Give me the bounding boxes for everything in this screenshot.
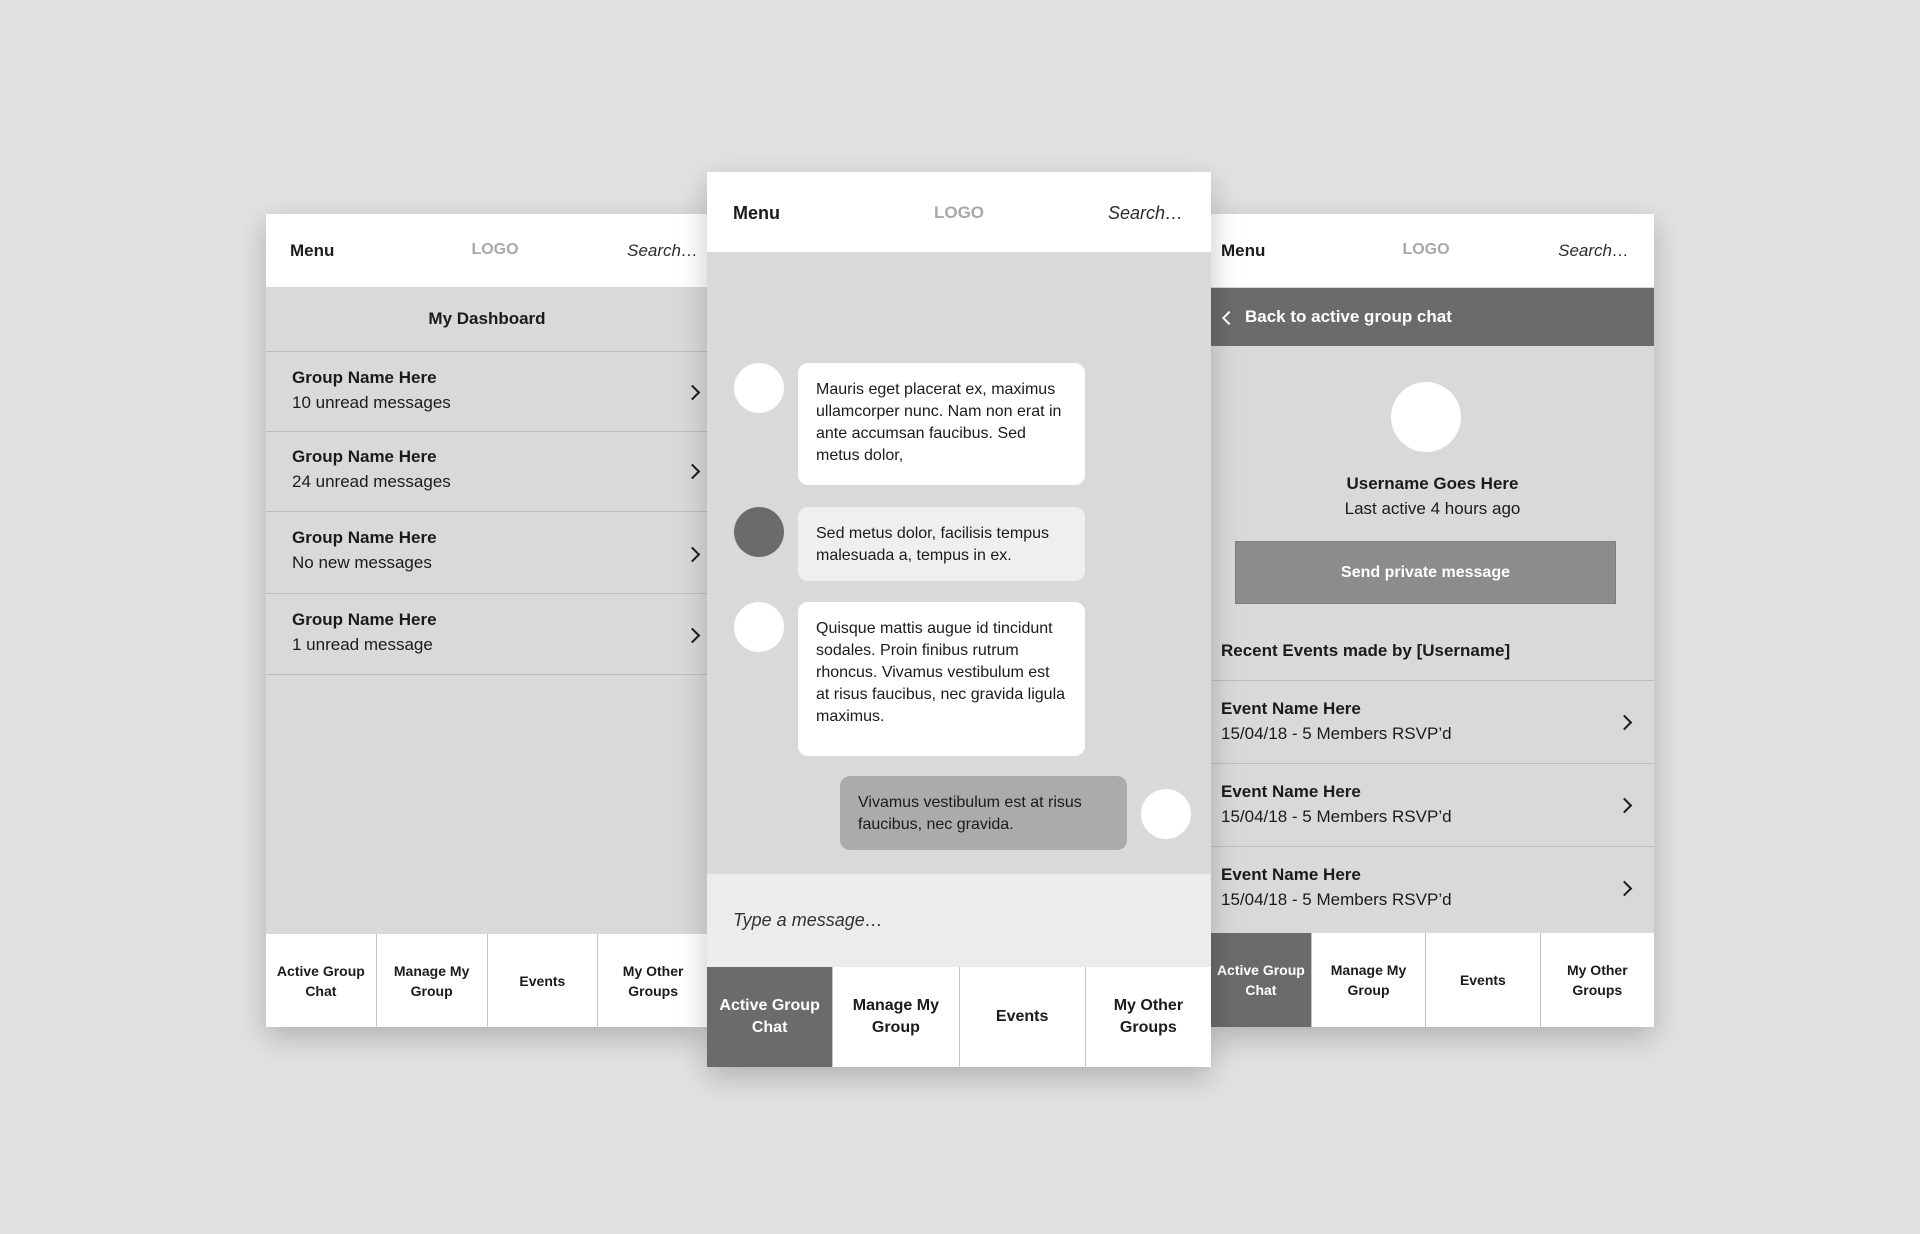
event-details: 15/04/18 - 5 Members RSVP’d (1221, 890, 1452, 909)
event-list-item[interactable]: Event Name Here 15/04/18 - 5 Members RSV… (1211, 847, 1654, 933)
group-status: 24 unread messages (292, 472, 451, 491)
chevron-right-icon (1616, 797, 1633, 814)
search-field[interactable]: Search… (627, 241, 698, 261)
back-label: Back to active group chat (1245, 307, 1452, 326)
tab-manage-my-group[interactable]: Manage My Group (1310, 933, 1425, 1027)
event-details: 15/04/18 - 5 Members RSVP’d (1221, 724, 1452, 743)
group-name: Group Name Here (292, 447, 437, 466)
bottom-tab-bar: Active Group Chat Manage My Group Events… (707, 967, 1211, 1067)
tab-my-other-groups[interactable]: My Other Groups (1539, 933, 1654, 1027)
logo: LOGO (1402, 241, 1450, 258)
profile-username: Username Goes Here (1346, 474, 1519, 493)
group-list-item[interactable]: Group Name Here 10 unread messages (266, 352, 708, 432)
chevron-right-icon (1616, 880, 1633, 897)
message-composer (707, 874, 1211, 967)
send-private-message-button[interactable]: Send private message (1235, 541, 1616, 604)
logo: LOGO (471, 241, 519, 258)
event-list-item[interactable]: Event Name Here 15/04/18 - 5 Members RSV… (1211, 764, 1654, 847)
logo: LOGO (933, 203, 985, 222)
avatar (734, 507, 784, 557)
chevron-right-icon (684, 384, 701, 401)
avatar (1141, 789, 1191, 839)
top-bar: Menu LOGO Search… (1211, 214, 1654, 287)
tab-my-other-groups[interactable]: My Other Groups (1084, 967, 1211, 1067)
tab-events[interactable]: Events (1425, 933, 1539, 1027)
tab-active-group-chat[interactable]: Active Group Chat (266, 934, 376, 1027)
chat-screen: Menu LOGO Search… Mauris eget placerat e… (707, 172, 1211, 1067)
chevron-right-icon (684, 463, 701, 480)
recent-events-heading: Recent Events made by [Username] (1211, 611, 1654, 681)
tab-my-other-groups[interactable]: My Other Groups (597, 934, 708, 1027)
menu-button[interactable]: Menu (733, 203, 780, 224)
event-name: Event Name Here (1221, 699, 1361, 718)
search-field[interactable]: Search… (1108, 203, 1183, 224)
tab-manage-my-group[interactable]: Manage My Group (832, 967, 958, 1067)
page-title: My Dashboard (266, 287, 708, 352)
chevron-right-icon (1616, 714, 1633, 731)
group-list-item[interactable]: Group Name Here No new messages (266, 512, 708, 594)
group-status: 1 unread message (292, 635, 433, 654)
back-button[interactable]: Back to active group chat (1211, 288, 1654, 346)
group-status: No new messages (292, 553, 432, 572)
group-name: Group Name Here (292, 610, 437, 629)
event-name: Event Name Here (1221, 865, 1361, 884)
menu-button[interactable]: Menu (1221, 241, 1265, 261)
tab-events[interactable]: Events (958, 967, 1085, 1067)
tab-active-group-chat[interactable]: Active Group Chat (1211, 933, 1311, 1027)
group-status: 10 unread messages (292, 393, 451, 412)
bottom-tab-bar: Active Group Chat Manage My Group Events… (1211, 933, 1654, 1027)
tab-manage-my-group[interactable]: Manage My Group (375, 934, 487, 1027)
dashboard-screen: Menu LOGO Search… My Dashboard Group Nam… (266, 214, 708, 1027)
top-bar: Menu LOGO Search… (707, 172, 1211, 252)
search-field[interactable]: Search… (1558, 241, 1629, 261)
avatar (1391, 382, 1461, 452)
chat-message: Sed metus dolor, facilisis tempus malesu… (798, 507, 1085, 581)
group-list-item[interactable]: Group Name Here 1 unread message (266, 594, 708, 675)
top-bar: Menu LOGO Search… (266, 214, 708, 287)
message-input[interactable] (733, 874, 1183, 967)
tab-events[interactable]: Events (486, 934, 598, 1027)
profile-screen: Menu LOGO Search… Back to active group c… (1211, 214, 1654, 1027)
avatar (734, 602, 784, 652)
group-list-item[interactable]: Group Name Here 24 unread messages (266, 432, 708, 512)
group-name: Group Name Here (292, 528, 437, 547)
chat-message-own: Vivamus vestibulum est at risus faucibus… (840, 776, 1127, 850)
event-list-item[interactable]: Event Name Here 15/04/18 - 5 Members RSV… (1211, 681, 1654, 764)
event-name: Event Name Here (1221, 782, 1361, 801)
event-details: 15/04/18 - 5 Members RSVP’d (1221, 807, 1452, 826)
avatar (734, 363, 784, 413)
profile-last-active: Last active 4 hours ago (1344, 499, 1521, 518)
group-name: Group Name Here (292, 368, 437, 387)
chat-message: Mauris eget placerat ex, maximus ullamco… (798, 363, 1085, 485)
bottom-tab-bar: Active Group Chat Manage My Group Events… (266, 934, 708, 1027)
chevron-left-icon (1221, 310, 1237, 326)
menu-button[interactable]: Menu (290, 241, 334, 261)
tab-active-group-chat[interactable]: Active Group Chat (707, 967, 833, 1067)
chat-message: Quisque mattis augue id tincidunt sodale… (798, 602, 1085, 756)
chevron-right-icon (684, 627, 701, 644)
chevron-right-icon (684, 546, 701, 563)
